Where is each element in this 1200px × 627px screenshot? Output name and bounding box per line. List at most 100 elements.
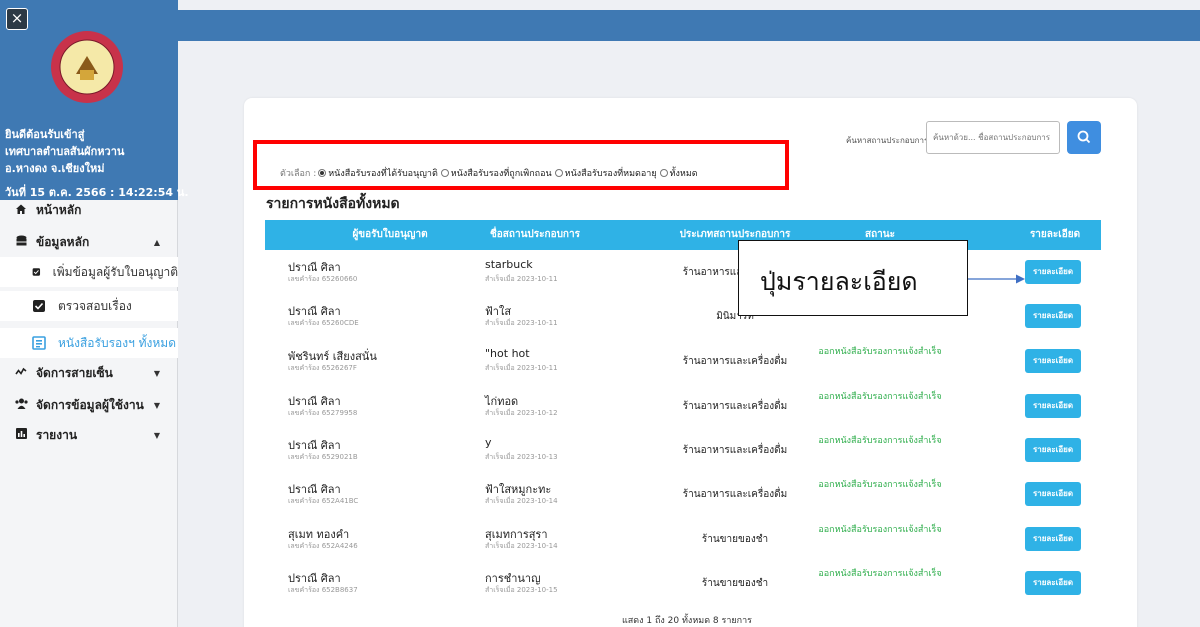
detail-button[interactable]: รายละเอียด	[1025, 571, 1081, 595]
status-text: ออกหนังสือรับรองการแจ้งสำเร็จ	[818, 525, 942, 535]
welcome-line-3: อ.หางดง จ.เชียงใหม่	[5, 162, 105, 175]
welcome-line-1: ยินดีต้อนรับเข้าสู่	[5, 128, 85, 141]
table-row: ปราณี ศิลา เลขคำร้อง 652A41BC ฟ้าใสหมูกะทะ…	[265, 472, 1101, 516]
sidebar-subitem-all-certificates[interactable]: หนังสือรับรองฯ ทั้งหมด	[0, 328, 178, 358]
radio-selected-icon[interactable]	[318, 169, 327, 177]
sidebar-item-master-data[interactable]: ข้อมูลหลัก ▲	[0, 227, 178, 257]
request-number: เลขคำร้อง 65279958	[288, 409, 358, 417]
column-header-detail: รายละเอียด	[1029, 229, 1081, 240]
completed-date: สำเร็จเมื่อ 2023-10-12	[485, 409, 558, 417]
pagination-info: แสดง 1 ถึง 20 ทั้งหมด 8 รายการ	[622, 616, 752, 626]
completed-date: สำเร็จเมื่อ 2023-10-13	[485, 453, 558, 461]
shop-name: "hot hot	[485, 347, 530, 360]
shop-type: ร้านอาหารและเครื่องดื่ม	[682, 445, 788, 456]
completed-date: สำเร็จเมื่อ 2023-10-14	[485, 542, 558, 550]
table-row: ปราณี ศิลา เลขคำร้อง 65279958 ไก่ทอด สำเร็จ…	[265, 384, 1101, 428]
sidebar-item-signatures[interactable]: จัดการสายเซ็น ▼	[0, 358, 178, 388]
request-number: เลขคำร้อง 65260660	[288, 275, 358, 283]
close-button[interactable]: ×	[6, 8, 28, 30]
welcome-line-2: เทศบาลตำบลสันผักหวาน	[5, 145, 125, 158]
shop-type: ร้านอาหารและเครื่องดื่ม	[682, 489, 788, 500]
search-button[interactable]	[1067, 121, 1101, 154]
chevron-down-icon: ▼	[153, 368, 160, 378]
request-number: เลขคำร้อง 652A4246	[288, 542, 358, 550]
search-label: ค้นหาสถานประกอบการ	[846, 136, 929, 145]
request-number: เลขคำร้อง 652A41BC	[288, 497, 359, 505]
detail-button[interactable]: รายละเอียด	[1025, 349, 1081, 373]
column-header-shop: ชื่อสถานประกอบการ	[490, 229, 580, 240]
home-icon	[14, 203, 28, 218]
shop-type: ร้านอาหารและเครื่องดื่ม	[682, 356, 788, 367]
status-text: ออกหนังสือรับรองการแจ้งสำเร็จ	[818, 480, 942, 490]
check-square-icon	[33, 300, 45, 312]
sidebar-item-reports[interactable]: รายงาน ▼	[0, 420, 178, 450]
detail-button[interactable]: รายละเอียด	[1025, 394, 1081, 418]
shop-type: ร้านขายของชำ	[701, 534, 769, 545]
sidebar-header: × ยินดีต้อนรับเข้าสู่ เทศบาลตำบลสันผักหว…	[0, 0, 189, 200]
search-icon	[1077, 130, 1091, 144]
table-row: พัชรินทร์ เสียงสนั่น เลขคำร้อง 6526267F "h…	[265, 339, 1101, 383]
completed-date: สำเร็จเมื่อ 2023-10-15	[485, 586, 558, 594]
column-header-licensee: ผู้ขอรับใบอนุญาต	[352, 229, 428, 240]
chevron-down-icon: ▼	[153, 400, 160, 410]
close-icon: ×	[10, 9, 24, 27]
table-header: ผู้ขอรับใบอนุญาต ชื่อสถานประกอบการ ประเภ…	[265, 220, 1101, 250]
status-text: ออกหนังสือรับรองการแจ้งสำเร็จ	[818, 392, 942, 402]
radio-icon[interactable]	[440, 169, 449, 177]
sidebar-item-label: ข้อมูลหลัก	[36, 234, 90, 249]
shop-name: y	[485, 436, 492, 449]
search-input[interactable]	[926, 121, 1060, 154]
annotation-text: ปุ่มรายละเอียด	[760, 267, 918, 296]
sidebar-subitem-label: ตรวจสอบเรื่อง	[58, 298, 132, 313]
request-number: เลขคำร้อง 6529021B	[288, 453, 358, 461]
request-number: เลขคำร้อง 6526267F	[288, 364, 357, 372]
users-icon	[14, 398, 28, 412]
request-number: เลขคำร้อง 65260CDE	[288, 319, 359, 327]
table-row: ปราณี ศิลา เลขคำร้อง 6529021B y สำเร็จเมื่อ…	[265, 428, 1101, 472]
filter-label: ตัวเลือก :	[280, 169, 317, 179]
sidebar-item-home[interactable]: หน้าหลัก	[0, 195, 178, 225]
top-bar	[178, 10, 1200, 41]
shop-type: ร้านอาหารและเครื่องดื่ม	[682, 401, 788, 412]
shop-type: ร้านขายของชำ	[701, 578, 769, 589]
sidebar-subitem-label: เพิ่มข้อมูลผู้รับใบอนุญาติ	[52, 264, 178, 279]
detail-button[interactable]: รายละเอียด	[1025, 260, 1081, 284]
sidebar: × ยินดีต้อนรับเข้าสู่ เทศบาลตำบลสันผักหว…	[0, 0, 189, 627]
table-row: สุเมท ทองคำ เลขคำร้อง 652A4246 สุเมทการสุร…	[265, 517, 1101, 561]
sidebar-item-label: หน้าหลัก	[36, 202, 82, 217]
filter-option-revoked[interactable]: หนังสือรับรองที่ถูกเพิกถอน	[440, 166, 552, 180]
table-row: ปราณี ศิลา เลขคำร้อง 652B8637 การชำนาญ สำเร…	[265, 561, 1101, 605]
chevron-up-icon: ▲	[153, 237, 160, 247]
completed-date: สำเร็จเมื่อ 2023-10-11	[485, 319, 558, 327]
detail-button[interactable]: รายละเอียด	[1025, 304, 1081, 328]
status-text: ออกหนังสือรับรองการแจ้งสำเร็จ	[818, 436, 942, 446]
shop-name: starbuck	[485, 258, 533, 271]
annotation-arrow	[968, 274, 1025, 284]
completed-date: สำเร็จเมื่อ 2023-10-14	[485, 497, 558, 505]
filter-option-all[interactable]: ทั้งหมด	[659, 166, 698, 180]
chart-icon	[14, 428, 28, 442]
sidebar-subitem-label: หนังสือรับรองฯ ทั้งหมด	[58, 335, 177, 350]
request-number: เลขคำร้อง 652B8637	[288, 586, 358, 594]
sidebar-subitem-review[interactable]: ตรวจสอบเรื่อง	[0, 291, 178, 321]
detail-button[interactable]: รายละเอียด	[1025, 438, 1081, 462]
filter-option-approved[interactable]: หนังสือรับรองที่ได้รับอนุญาติ	[318, 166, 438, 180]
filter-option-expired[interactable]: หนังสือรับรองที่หมดอายุ	[554, 166, 657, 180]
detail-button[interactable]: รายละเอียด	[1025, 527, 1081, 551]
database-icon	[14, 235, 28, 250]
detail-button[interactable]: รายละเอียด	[1025, 482, 1081, 506]
completed-date: สำเร็จเมื่อ 2023-10-11	[485, 364, 558, 372]
signature-icon	[14, 367, 28, 380]
table-row: ปราณี ศิลา เลขคำร้อง 65260CDE ฟ้าใส สำเร็จเ…	[265, 294, 1101, 338]
radio-icon[interactable]	[554, 169, 563, 177]
check-square-icon	[32, 268, 41, 276]
radio-icon[interactable]	[659, 169, 668, 177]
sidebar-item-label: รายงาน	[36, 427, 78, 442]
municipality-logo	[51, 31, 123, 103]
sidebar-subitem-add-licensee[interactable]: เพิ่มข้อมูลผู้รับใบอนุญาติ	[0, 257, 178, 287]
completed-date: สำเร็จเมื่อ 2023-10-11	[485, 275, 558, 283]
sidebar-item-users[interactable]: จัดการข้อมูลผู้ใช้งาน ▼	[0, 390, 178, 420]
sidebar-item-label: จัดการสายเซ็น	[36, 365, 113, 380]
chevron-down-icon: ▼	[153, 430, 160, 440]
highlight-box	[253, 140, 789, 190]
